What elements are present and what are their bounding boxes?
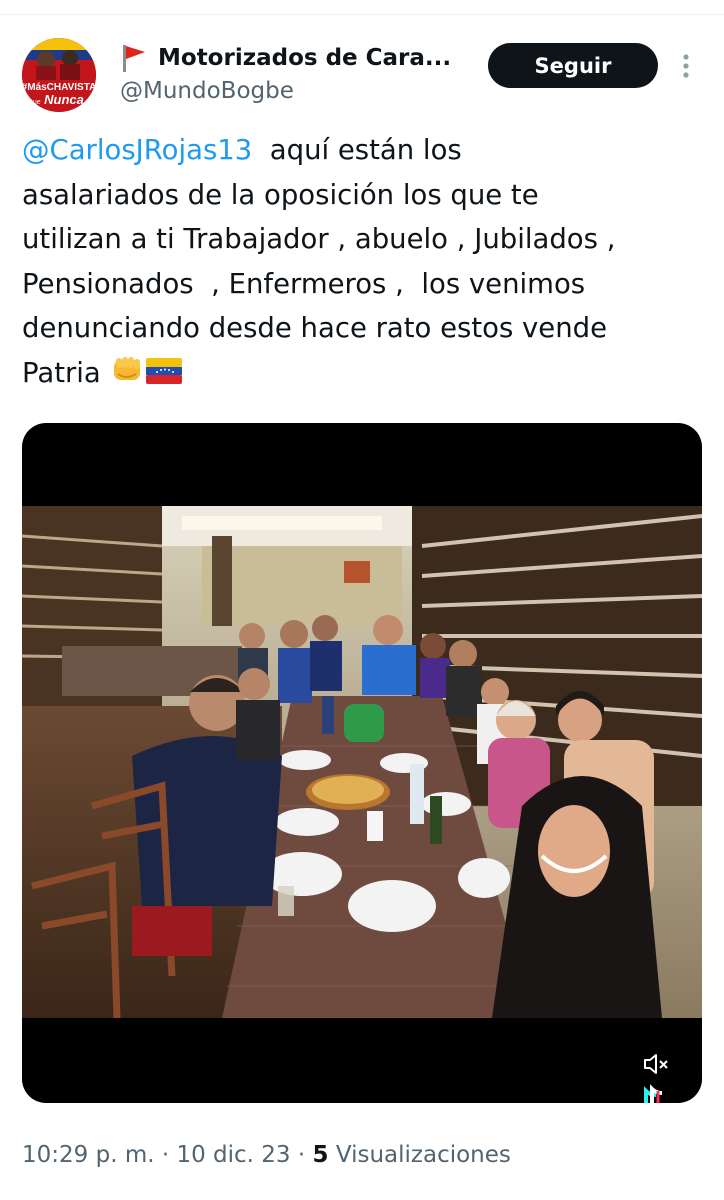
meta-separator: · [161, 1142, 170, 1168]
mute-icon[interactable] [642, 1051, 672, 1077]
venezuela-flag-icon [144, 355, 184, 400]
restaurant-group-photo [22, 506, 702, 1018]
oncoming-fist-icon [110, 354, 144, 400]
tweet-text: @CarlosJRojas13 aquí están los asalariad… [22, 128, 702, 399]
avatar-text-left: Que [27, 99, 40, 106]
tweet-meta: 10:29 p. m. · 10 dic. 23 · 5 Visualizaci… [22, 1142, 511, 1168]
avatar-text-main: Nunca [44, 92, 84, 107]
tweet-time[interactable]: 10:29 p. m. [22, 1142, 155, 1168]
handle[interactable]: @MundoBogbe [120, 78, 480, 104]
display-name[interactable]: Motorizados de Cara... [158, 45, 451, 71]
tweet-date[interactable]: 10 dic. 23 [176, 1142, 290, 1168]
media-video[interactable] [22, 423, 702, 1103]
top-divider [0, 0, 724, 15]
follow-button[interactable]: Seguir [488, 43, 658, 88]
meta-separator: · [297, 1142, 306, 1168]
red-flag-icon [120, 43, 148, 73]
views-label: Visualizaciones [335, 1142, 511, 1168]
author-info: Motorizados de Cara... @MundoBogbe [120, 40, 480, 104]
avatar[interactable]: #MásCHAVISTA Que Nunca [22, 38, 96, 112]
tiktok-logo-icon [632, 1083, 682, 1103]
views-count: 5 [312, 1142, 329, 1168]
mention-link[interactable]: @CarlosJRojas13 [22, 134, 252, 166]
more-options-icon[interactable] [678, 52, 694, 80]
name-row: Motorizados de Cara... [120, 40, 480, 76]
tweet-body: aquí están los asalariados de la oposici… [22, 134, 616, 389]
